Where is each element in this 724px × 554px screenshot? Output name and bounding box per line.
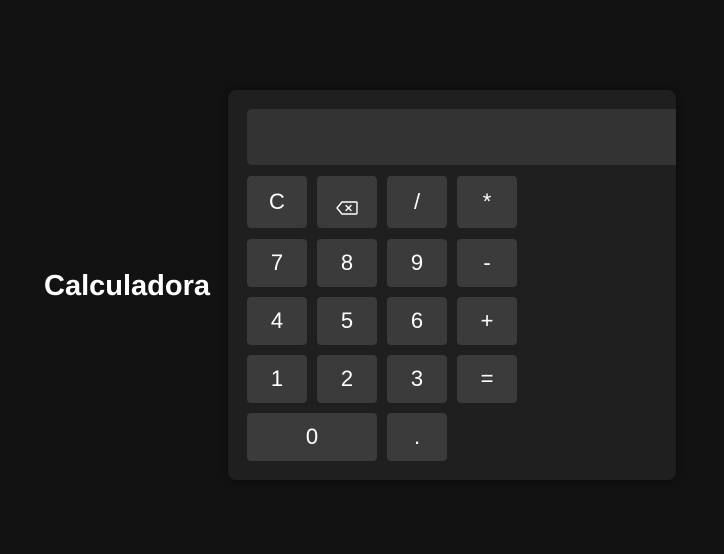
digit-0-button[interactable]: 0	[247, 413, 377, 461]
digit-8-button[interactable]: 8	[317, 239, 377, 287]
plus-button[interactable]: +	[457, 297, 517, 345]
multiply-button[interactable]: *	[457, 176, 517, 228]
backspace-button[interactable]	[317, 176, 377, 228]
backspace-icon	[336, 195, 358, 215]
digit-1-button[interactable]: 1	[247, 355, 307, 403]
clear-button[interactable]: C	[247, 176, 307, 228]
digit-7-button[interactable]: 7	[247, 239, 307, 287]
equals-button[interactable]: =	[457, 355, 517, 403]
digit-9-button[interactable]: 9	[387, 239, 447, 287]
digit-5-button[interactable]: 5	[317, 297, 377, 345]
minus-button[interactable]: -	[457, 239, 517, 287]
digit-3-button[interactable]: 3	[387, 355, 447, 403]
digit-2-button[interactable]: 2	[317, 355, 377, 403]
decimal-button[interactable]: .	[387, 413, 447, 461]
calculator-panel: C / * 7 8 9 - 4 5 6 + 1 2 3 = 0 .	[228, 90, 676, 480]
page-title: Calculadora	[44, 270, 210, 302]
digit-4-button[interactable]: 4	[247, 297, 307, 345]
divide-button[interactable]: /	[387, 176, 447, 228]
calculator-display	[247, 109, 676, 165]
digit-6-button[interactable]: 6	[387, 297, 447, 345]
